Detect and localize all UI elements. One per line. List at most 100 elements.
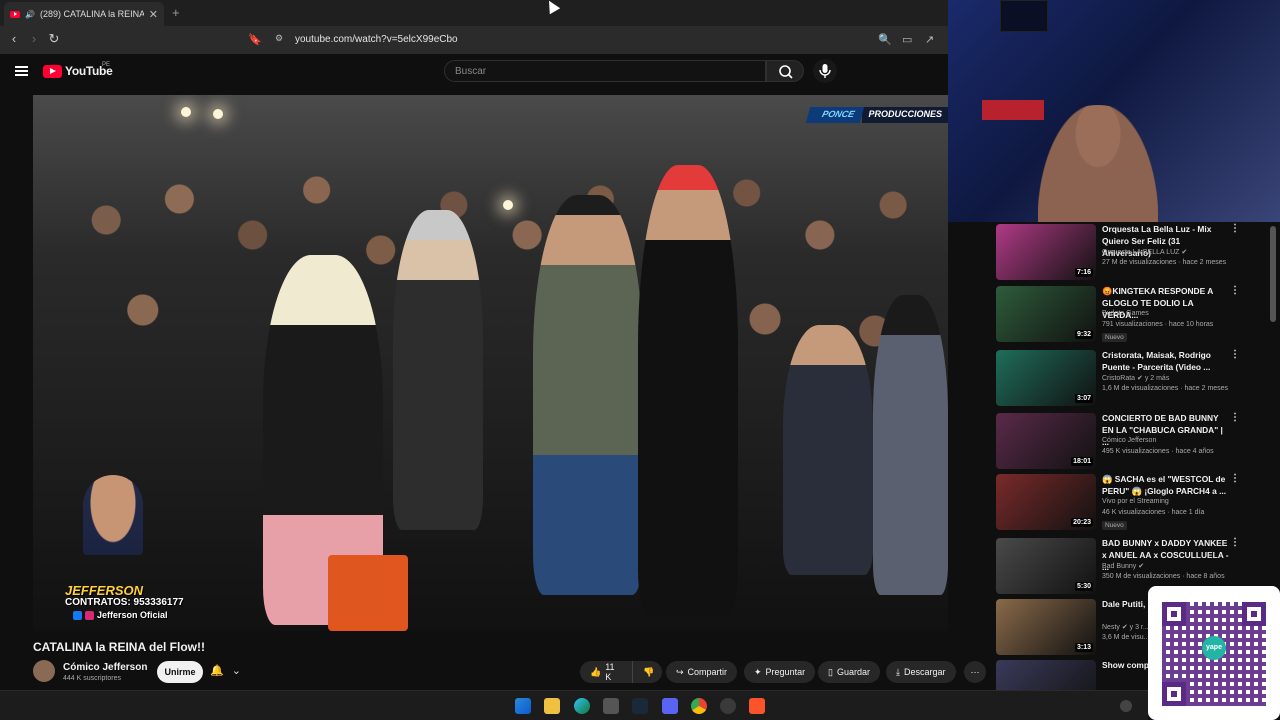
windows-taskbar	[0, 690, 1148, 720]
recommendation-title[interactable]: 😱 SACHA es el "WESTCOL de PERU" 😱 ¡Glogl…	[1102, 473, 1230, 497]
recommendation-meta: 350 M de visualizaciones · hace 8 años	[1102, 573, 1225, 580]
chrome-icon[interactable]	[691, 698, 707, 714]
channel-avatar[interactable]	[33, 660, 55, 682]
chevron-down-icon: ⌄	[231, 665, 241, 677]
like-button[interactable]: 👍 11 K	[580, 661, 632, 683]
comedian-with-microphone	[638, 165, 738, 615]
qr-finder	[1162, 602, 1186, 626]
back-icon[interactable]: ‹	[6, 31, 22, 46]
cast-icon[interactable]: ▭	[902, 33, 912, 46]
store-icon[interactable]	[603, 698, 619, 714]
discord-icon[interactable]	[662, 698, 678, 714]
ask-button[interactable]: ✦ Preguntar	[744, 661, 816, 683]
recommendation-channel[interactable]: Nesty ✔ y 3 r...	[1102, 623, 1149, 631]
recommendation-item[interactable]: 9:32 😡KINGTEKA RESPONDE A GLOGLO TE DOLI…	[996, 284, 1280, 346]
steam-icon[interactable]	[632, 698, 648, 714]
recommendation-meta: 1,6 M de visualizaciones · hace 2 meses	[1102, 385, 1229, 392]
recommendation-channel[interactable]: Vivo por el Streaming	[1102, 498, 1169, 505]
zoom-icon[interactable]: 🔍	[878, 33, 892, 46]
download-button[interactable]: ⤓ Descargar	[886, 661, 956, 683]
edge-icon[interactable]	[574, 698, 590, 714]
recommendation-item[interactable]: 7:16 Orquesta La Bella Luz - Mix Quiero …	[996, 222, 1280, 284]
recommendation-channel[interactable]: Cómico Jefferson	[1102, 437, 1156, 444]
microphone-icon	[819, 64, 831, 78]
street-lamp	[213, 109, 223, 119]
more-options-icon[interactable]: ⋮	[1230, 223, 1240, 234]
more-options-icon[interactable]: ⋮	[1230, 537, 1240, 548]
video-duration: 3:13	[1074, 643, 1093, 652]
street-lamp	[503, 200, 513, 210]
browser-tab[interactable]: 🔊 (289) CATALINA la REINA del Flow!! ✕	[4, 2, 164, 26]
qr-finder	[1162, 682, 1186, 706]
recommendation-channel[interactable]: Bad Bunny ✔	[1102, 562, 1144, 570]
video-duration: 7:16	[1074, 268, 1093, 277]
search-icon	[779, 65, 793, 79]
bookmark-icon[interactable]: 🔖	[248, 33, 262, 46]
file-explorer-icon[interactable]	[544, 698, 560, 714]
microphone-tray-icon[interactable]	[1120, 700, 1132, 712]
address-bar[interactable]: youtube.com/watch?v=5elcX99eCbo	[295, 34, 458, 45]
recommendation-title[interactable]: Cristorata, Maisak, Rodrigo Puente - Par…	[1102, 349, 1230, 373]
new-badge: Nuevo	[1102, 521, 1127, 530]
notifications-button[interactable]: 🔔 ⌄	[210, 664, 241, 677]
more-options-icon[interactable]: ⋮	[1230, 285, 1240, 296]
ask-label: Preguntar	[765, 667, 806, 677]
recommendation-meta: 27 M de visualizaciones · hace 2 meses	[1102, 259, 1227, 266]
share-page-icon[interactable]: ↗	[925, 33, 934, 46]
recommendation-thumbnail[interactable]: 9:32	[996, 286, 1096, 342]
video-player[interactable]: PONCE PRODUCCIONES JEFFERSON CONTRATOS: …	[33, 95, 948, 631]
save-button[interactable]: ▯ Guardar	[818, 661, 880, 683]
recommendation-item[interactable]: 20:23 😱 SACHA es el "WESTCOL de PERU" 😱 …	[996, 472, 1280, 534]
bookmark-save-icon: ▯	[828, 666, 833, 677]
search-input[interactable]: Buscar	[444, 60, 766, 82]
hamburger-menu-icon[interactable]	[15, 66, 28, 76]
voice-search-button[interactable]	[813, 59, 837, 83]
recommendation-thumbnail[interactable]	[996, 660, 1096, 690]
new-tab-button[interactable]: +	[172, 5, 180, 20]
video-title: CATALINA la REINA del Flow!!	[33, 640, 205, 654]
dislike-button[interactable]: 👎	[632, 661, 662, 683]
recommendation-thumbnail[interactable]: 7:16	[996, 224, 1096, 280]
more-options-icon[interactable]: ⋮	[1230, 412, 1240, 423]
recommendation-channel[interactable]: CristoRata ✔ y 2 más	[1102, 374, 1169, 382]
video-duration: 9:32	[1074, 330, 1093, 339]
audience-member	[393, 210, 483, 530]
more-actions-button[interactable]: ⋯	[964, 661, 986, 683]
bell-icon: 🔔	[210, 665, 224, 677]
channel-name[interactable]: Cómico Jefferson	[63, 662, 147, 673]
browser-tab-strip: 🔊 (289) CATALINA la REINA del Flow!! ✕ +	[0, 0, 948, 26]
video-duration: 18:01	[1071, 457, 1093, 466]
share-button[interactable]: ↪ Compartir	[666, 661, 738, 683]
recommendation-thumbnail[interactable]: 3:13	[996, 599, 1096, 655]
recommendation-channel[interactable]: Orquesta LA BELLA LUZ ✔	[1102, 248, 1187, 256]
promo-overlay: JEFFERSON CONTRATOS: 953336177 Jefferson…	[65, 475, 195, 625]
site-settings-icon[interactable]: ⚙	[275, 33, 283, 44]
yape-qr-overlay: yape	[1148, 586, 1280, 720]
recommendation-thumbnail[interactable]: 3:07	[996, 350, 1096, 406]
brave-icon[interactable]	[749, 698, 765, 714]
more-options-icon[interactable]: ⋮	[1230, 473, 1240, 484]
video-duration: 20:23	[1071, 518, 1093, 527]
join-button[interactable]: Unirme	[157, 661, 203, 683]
recommendation-item[interactable]: 18:01 CONCIERTO DE BAD BUNNY EN LA "CHAB…	[996, 411, 1280, 473]
audience-member	[873, 295, 948, 595]
more-options-icon[interactable]: ⋮	[1230, 349, 1240, 360]
recommendation-thumbnail[interactable]: 20:23	[996, 474, 1096, 530]
windows-start-icon[interactable]	[515, 698, 531, 714]
recommendation-item[interactable]: 3:07 Cristorata, Maisak, Rodrigo Puente …	[996, 348, 1280, 410]
obs-icon[interactable]	[720, 698, 736, 714]
forward-icon[interactable]: ›	[26, 31, 42, 46]
like-count: 11 K	[605, 662, 615, 682]
close-tab-icon[interactable]: ✕	[149, 8, 158, 21]
recommendation-meta: 791 visualizaciones · hace 10 horas	[1102, 321, 1214, 328]
promo-social-label: Jefferson Oficial	[97, 610, 168, 620]
recommendation-thumbnail[interactable]: 18:01	[996, 413, 1096, 469]
search-button[interactable]	[766, 60, 804, 82]
promo-contract: CONTRATOS: 953336177	[65, 597, 184, 608]
video-duration: 3:07	[1074, 394, 1093, 403]
reload-icon[interactable]: ↻	[46, 31, 62, 47]
recommendation-channel[interactable]: Budota Games	[1102, 310, 1149, 317]
recommendation-thumbnail[interactable]: 5:30	[996, 538, 1096, 594]
sidebar-scrollbar[interactable]	[1270, 226, 1276, 322]
download-icon: ⤓	[896, 666, 900, 677]
